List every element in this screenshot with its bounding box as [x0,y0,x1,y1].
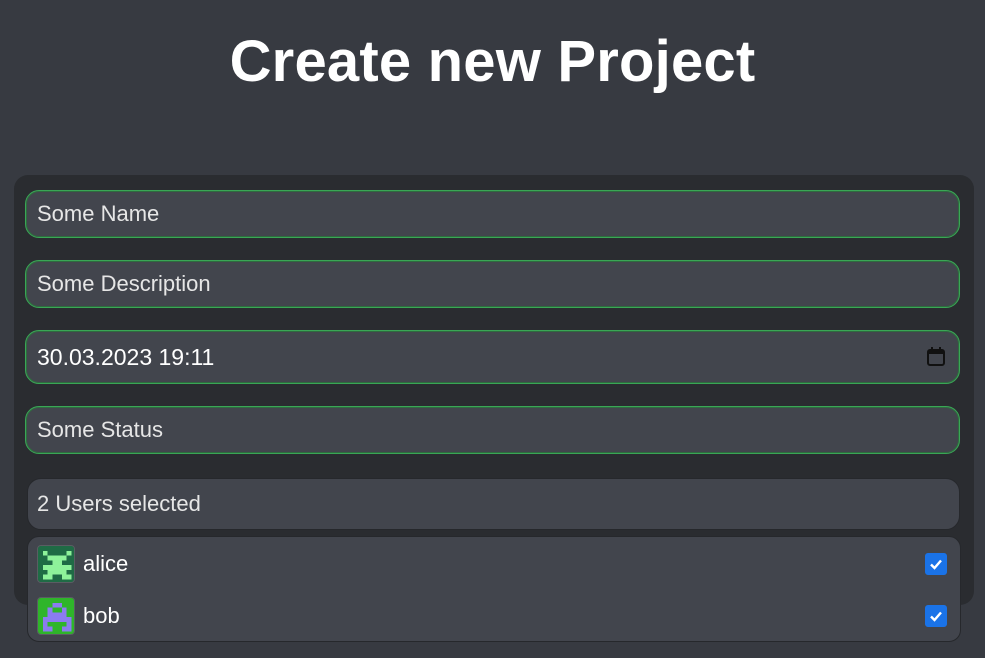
bob-avatar-icon [37,597,75,635]
project-datetime-value: 30.03.2023 19:11 [37,343,215,370]
user-name-alice: alice [83,551,129,576]
project-name-value: Some Name [37,201,160,226]
bob-checkbox[interactable] [925,605,947,627]
user-name-bob: bob [83,603,120,628]
project-datetime-input[interactable]: 30.03.2023 19:11 [25,330,960,384]
user-option-bob[interactable]: bob [28,594,960,638]
user-option-alice[interactable]: alice [28,542,960,586]
alice-checkbox[interactable] [925,553,947,575]
project-name-input[interactable]: Some Name [25,190,960,238]
alice-avatar-icon [37,545,75,583]
users-dropdown-list: alice bob [27,536,961,642]
calendar-icon[interactable] [927,347,945,366]
project-status-value: Some Status [37,417,163,442]
users-selected-summary: 2 Users selected [37,491,201,516]
project-status-input[interactable]: Some Status [25,406,960,454]
users-multiselect[interactable]: 2 Users selected [27,478,960,530]
project-description-value: Some Description [37,271,211,296]
page-title: Create new Project [229,29,756,94]
project-description-input[interactable]: Some Description [25,260,960,308]
checkmark-icon [930,611,942,622]
checkmark-icon [930,559,942,570]
